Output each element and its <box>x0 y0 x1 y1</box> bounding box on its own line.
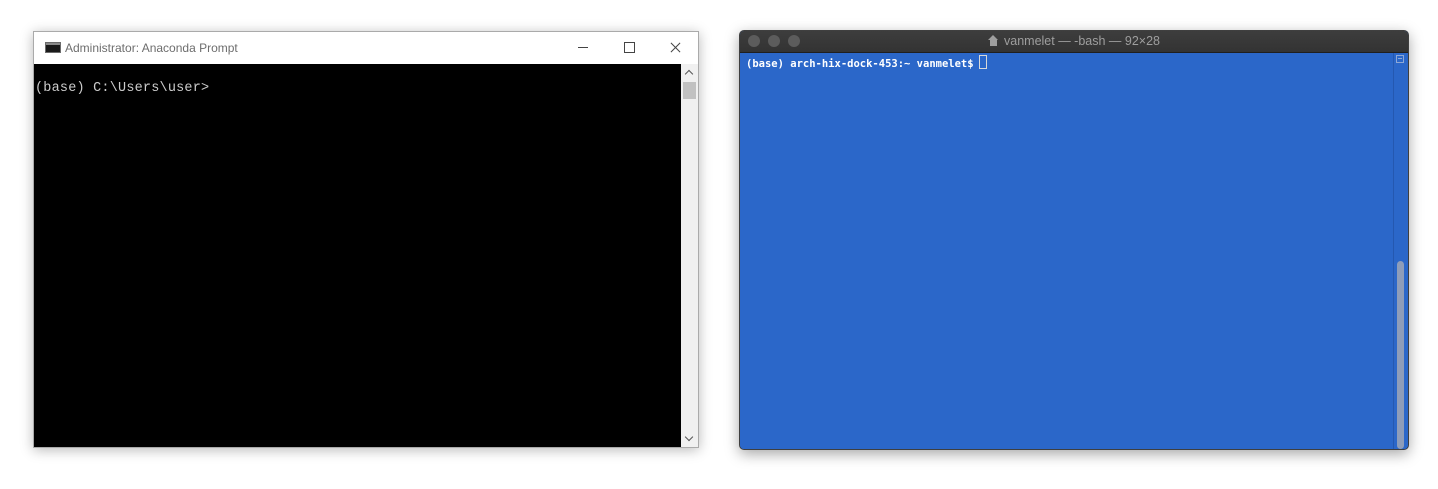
terminal-title-text: vanmelet — -bash — 92×28 <box>1004 34 1160 48</box>
console-app-icon <box>45 42 61 53</box>
terminal-scrollbar-thumb[interactable] <box>1397 261 1404 449</box>
window-title: Administrator: Anaconda Prompt <box>65 41 238 55</box>
split-pane-icon[interactable] <box>1396 55 1404 63</box>
scroll-up-arrow-icon[interactable] <box>681 64 698 81</box>
minimize-button[interactable] <box>560 32 606 64</box>
scroll-down-arrow-icon[interactable] <box>681 430 698 447</box>
terminal-output-area[interactable]: (base) arch-hix-dock-453:~ vanmelet$ <box>740 53 1394 449</box>
close-button[interactable] <box>652 32 698 64</box>
home-icon <box>988 35 999 46</box>
window-title-bar[interactable]: Administrator: Anaconda Prompt <box>34 32 698 64</box>
text-cursor <box>978 55 987 69</box>
shell-prompt-text: (base) arch-hix-dock-453:~ vanmelet$ <box>746 58 974 70</box>
command-prompt-line: (base) C:\Users\user> <box>35 81 210 96</box>
vertical-scrollbar[interactable] <box>681 64 698 447</box>
mac-terminal-window[interactable]: vanmelet — -bash — 92×28 (base) arch-hix… <box>739 30 1409 450</box>
console-output-area[interactable]: (base) C:\Users\user> <box>34 64 681 447</box>
terminal-scrollbar[interactable] <box>1393 53 1408 449</box>
shell-prompt-line: (base) arch-hix-dock-453:~ vanmelet$ <box>746 55 987 70</box>
terminal-title-bar[interactable]: vanmelet — -bash — 92×28 <box>740 31 1408 53</box>
maximize-button[interactable] <box>606 32 652 64</box>
terminal-title: vanmelet — -bash — 92×28 <box>740 34 1408 48</box>
anaconda-prompt-window[interactable]: Administrator: Anaconda Prompt (base) C:… <box>33 31 699 448</box>
scrollbar-thumb[interactable] <box>683 82 696 99</box>
